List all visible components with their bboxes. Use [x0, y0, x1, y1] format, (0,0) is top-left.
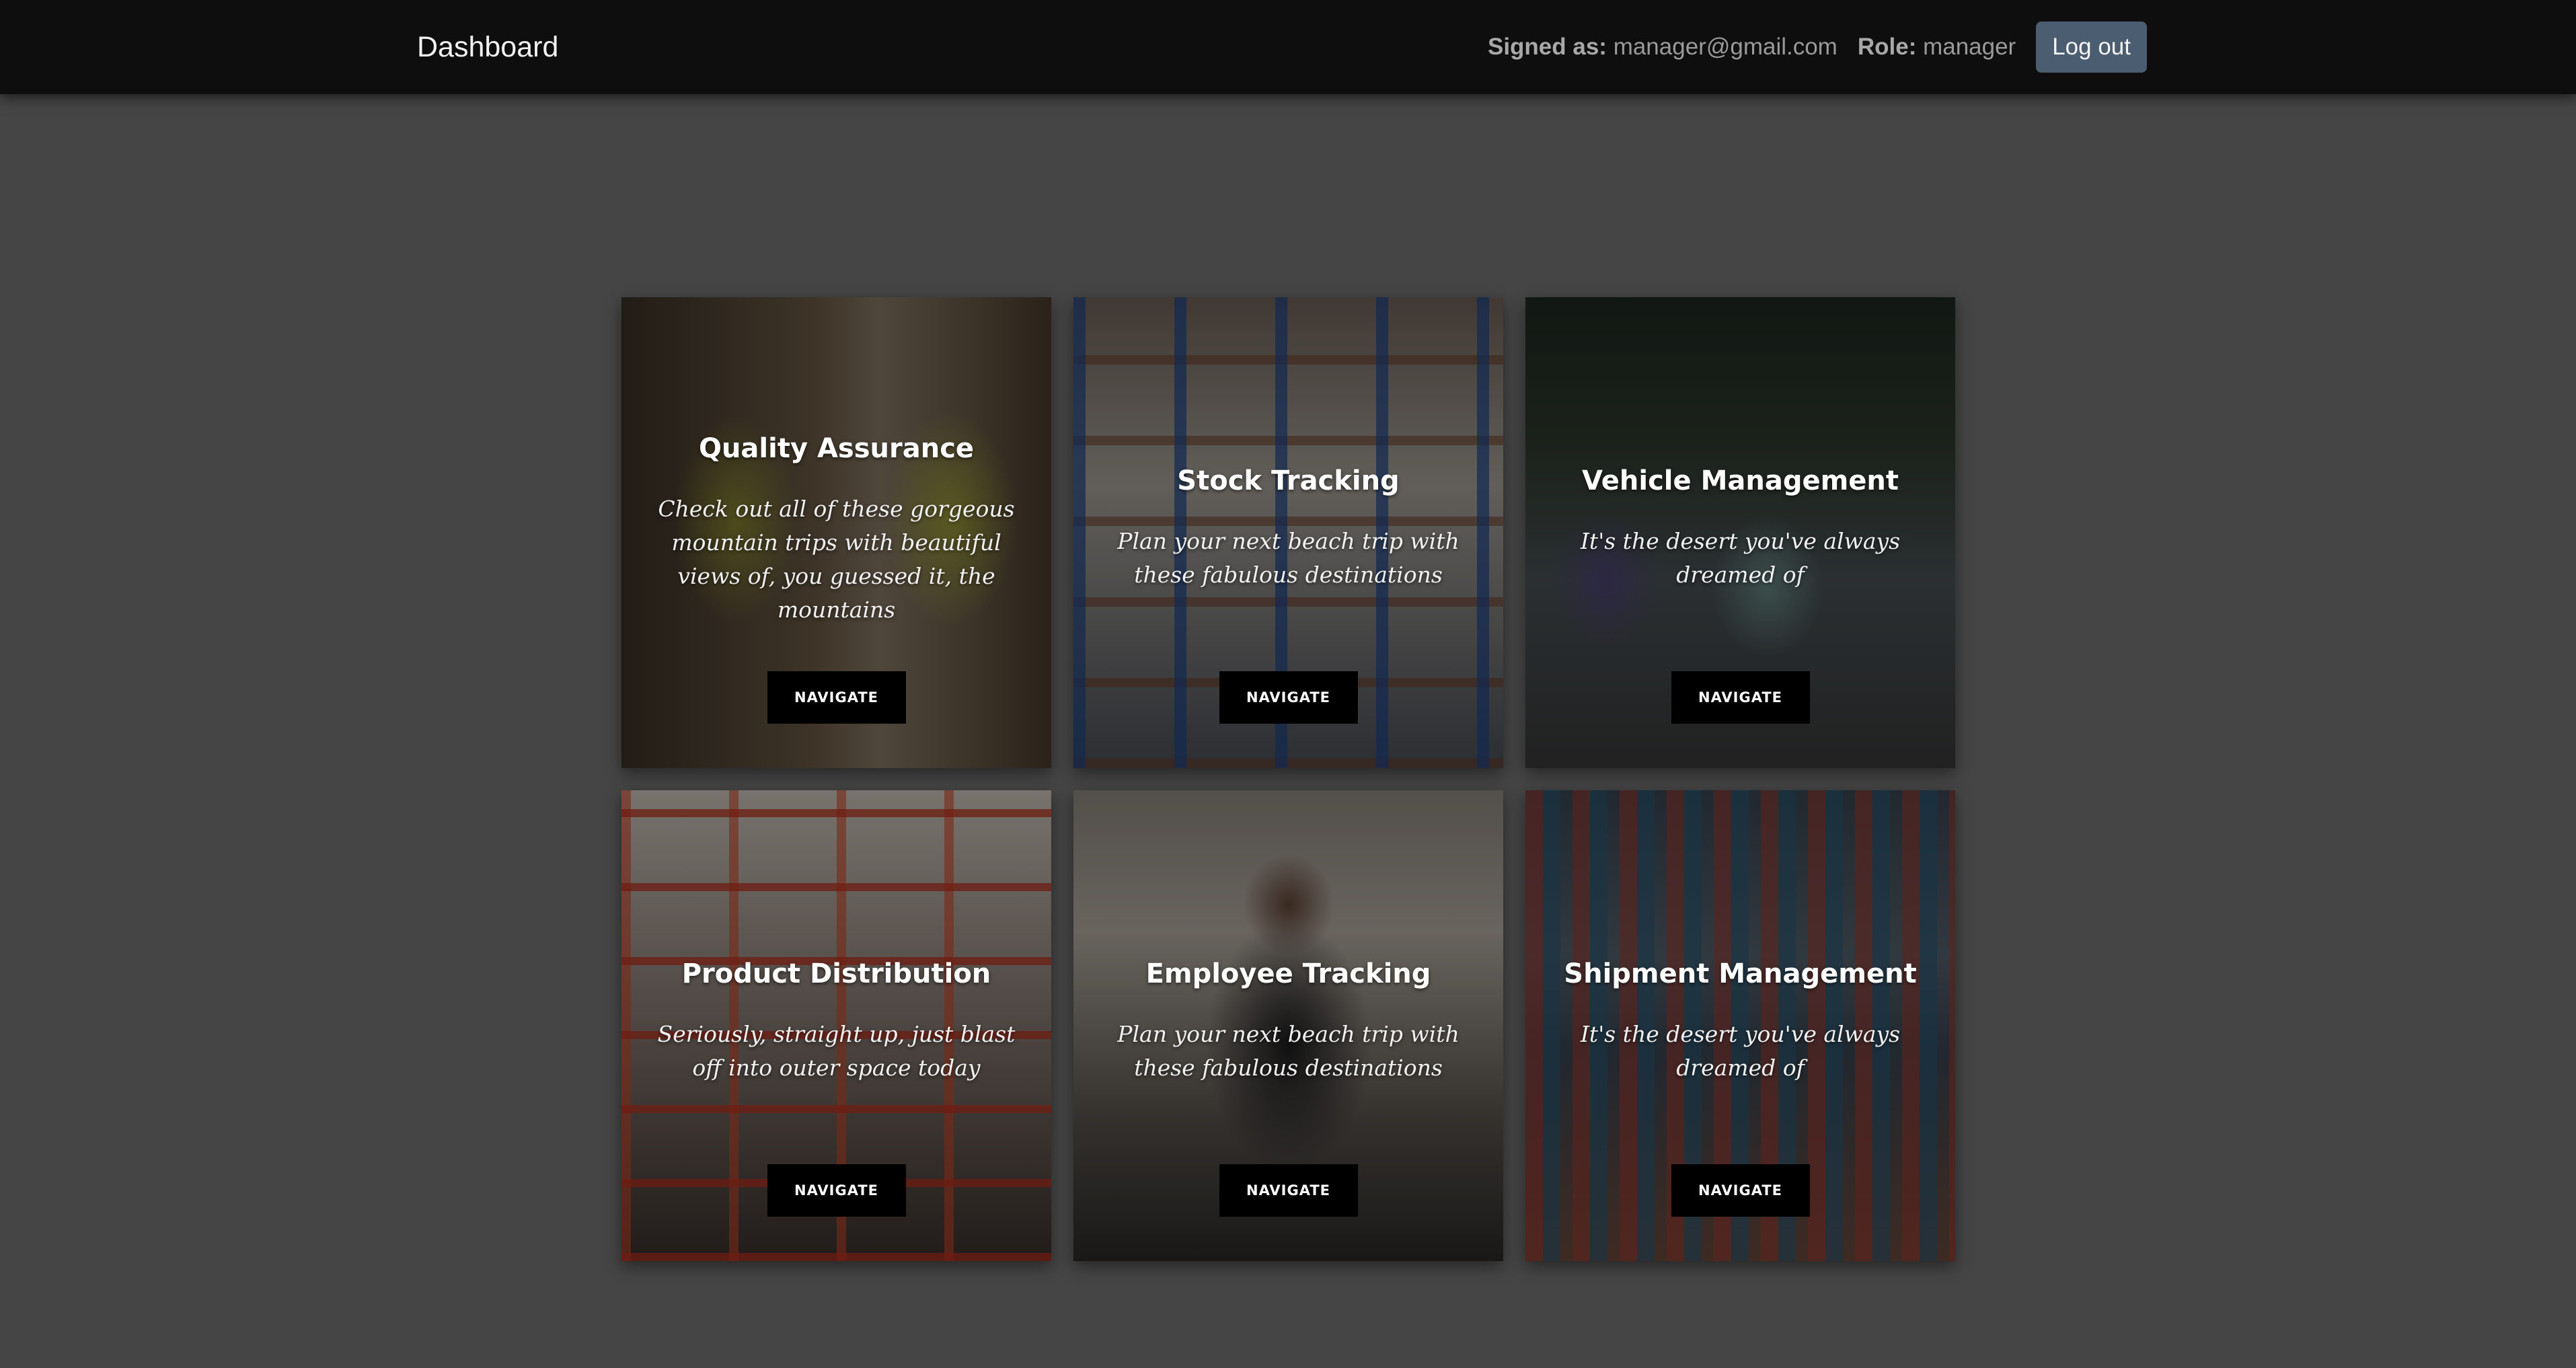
top-navbar: Dashboard Signed as: manager@gmail.com R…	[0, 0, 2576, 94]
card-title: Stock Tracking	[1177, 465, 1400, 496]
card-description: Check out all of these gorgeous mountain…	[658, 496, 1015, 623]
navigate-button[interactable]: NAVIGATE	[767, 671, 906, 724]
card-description: Seriously, straight up, just blast off i…	[657, 1021, 1016, 1081]
signed-as-email: manager@gmail.com	[1613, 34, 1838, 60]
card-employee-tracking: Employee Tracking Plan your next beach t…	[1073, 790, 1503, 1261]
role-label: Role:	[1857, 34, 1917, 60]
card-description: Plan your next beach trip with these fab…	[1117, 1021, 1460, 1081]
role-info: Role: manager	[1858, 34, 2016, 61]
card-description: It's the desert you've always dreamed of	[1580, 528, 1901, 588]
navigate-button[interactable]: NAVIGATE	[767, 1164, 906, 1217]
navigate-button[interactable]: NAVIGATE	[1671, 671, 1810, 724]
brand-title[interactable]: Dashboard	[417, 27, 558, 67]
card-title: Employee Tracking	[1145, 958, 1431, 989]
module-card-grid: Quality Assurance Check out all of these…	[621, 297, 1955, 1261]
user-info: Signed as: manager@gmail.com Role: manag…	[1488, 22, 2147, 73]
card-quality-assurance: Quality Assurance Check out all of these…	[621, 297, 1051, 768]
signed-as-label: Signed as:	[1487, 34, 1607, 60]
logout-button[interactable]: Log out	[2036, 22, 2147, 73]
card-description: Plan your next beach trip with these fab…	[1117, 528, 1460, 588]
card-title: Shipment Management	[1564, 958, 1917, 989]
navigate-button[interactable]: NAVIGATE	[1219, 671, 1358, 724]
card-description: It's the desert you've always dreamed of	[1580, 1021, 1901, 1081]
card-title: Quality Assurance	[698, 433, 975, 464]
card-product-distribution: Product Distribution Seriously, straight…	[621, 790, 1051, 1261]
card-vehicle-management: Vehicle Management It's the desert you'v…	[1525, 297, 1955, 768]
card-shipment-management: Shipment Management It's the desert you'…	[1525, 790, 1955, 1261]
card-stock-tracking: Stock Tracking Plan your next beach trip…	[1073, 297, 1503, 768]
role-value: manager	[1923, 34, 2016, 60]
card-title: Product Distribution	[681, 958, 991, 989]
card-title: Vehicle Management	[1582, 465, 1899, 496]
navigate-button[interactable]: NAVIGATE	[1671, 1164, 1810, 1217]
navigate-button[interactable]: NAVIGATE	[1219, 1164, 1358, 1217]
signed-as-info: Signed as: manager@gmail.com	[1488, 34, 1838, 61]
